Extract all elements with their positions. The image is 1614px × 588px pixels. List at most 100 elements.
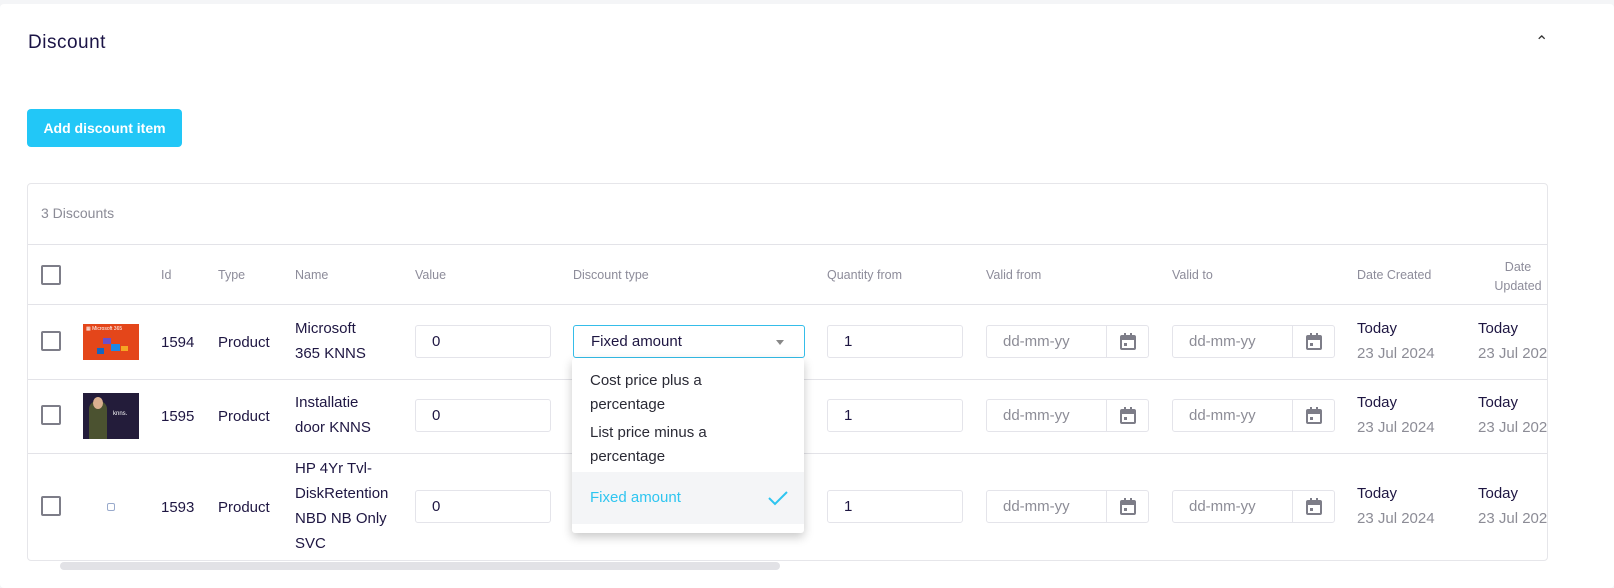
calendar-icon [1305, 407, 1322, 424]
option-label: percentage [590, 396, 666, 413]
row-id: 1593 [161, 495, 194, 520]
row-type: Product [218, 330, 270, 355]
date-placeholder: dd-mm-yy [1003, 407, 1070, 424]
add-discount-item-button[interactable]: Add discount item [27, 109, 182, 147]
updated-relative: Today [1478, 394, 1519, 411]
name-line: Installatie [295, 394, 359, 411]
check-icon [768, 491, 788, 506]
id-text: 1595 [161, 408, 195, 425]
header-valid-from[interactable]: Valid from [986, 268, 1041, 282]
id-text: 1594 [161, 333, 195, 351]
calendar-icon [1305, 332, 1322, 350]
row-id: 1595 [161, 404, 194, 429]
value-input[interactable]: 0 [415, 399, 551, 432]
row-checkbox[interactable] [41, 405, 61, 425]
value-input[interactable]: 0 [415, 490, 551, 523]
header-date-updated-line1: Date [1504, 260, 1532, 274]
calendar-button[interactable] [1292, 491, 1334, 522]
valid-from-date-input[interactable]: dd-mm-yy [986, 324, 1149, 358]
header-date-updated[interactable]: Date Updated [1478, 258, 1547, 296]
date-placeholder: dd-mm-yy [1003, 332, 1070, 350]
created-relative: Today [1357, 394, 1398, 411]
option-cost-price-plus-percentage[interactable]: Cost price plus a percentage [572, 369, 804, 417]
calendar-button[interactable] [1292, 400, 1334, 431]
quantity-text: 1 [844, 407, 853, 424]
value-input[interactable]: 0 [415, 324, 551, 358]
created-date: 23 Jul 2024 [1357, 419, 1435, 436]
date-placeholder: dd-mm-yy [1189, 407, 1256, 424]
header-value[interactable]: Value [415, 268, 446, 282]
header-date-created[interactable]: Date Created [1357, 268, 1431, 282]
date-created: Today 23 Jul 2024 [1357, 316, 1435, 366]
name-line: DiskRetention [295, 485, 389, 502]
option-list-price-minus-percentage[interactable]: List price minus a percentage [572, 421, 804, 469]
quantity-text: 1 [844, 332, 853, 350]
id-text: 1593 [161, 499, 195, 516]
header-discount-type[interactable]: Discount type [573, 268, 649, 282]
date-updated: Today 23 Jul 2024 [1478, 316, 1548, 366]
select-all-checkbox[interactable] [41, 265, 61, 285]
name-line: door KNNS [295, 419, 371, 436]
date-created: Today 23 Jul 2024 [1357, 390, 1435, 440]
discount-type-select[interactable]: Fixed amount [573, 324, 805, 358]
row-type: Product [218, 495, 270, 520]
row-id: 1594 [161, 330, 194, 355]
updated-date: 23 Jul 2024 [1478, 344, 1548, 362]
header-type[interactable]: Type [218, 268, 245, 282]
calendar-button[interactable] [1106, 491, 1148, 522]
created-date: 23 Jul 2024 [1357, 510, 1435, 527]
date-placeholder: dd-mm-yy [1189, 332, 1256, 350]
row-name: Installatie door KNNS [295, 390, 405, 440]
header-name[interactable]: Name [295, 268, 328, 282]
header-quantity-from[interactable]: Quantity from [827, 268, 902, 282]
quantity-text: 1 [844, 498, 853, 515]
option-label: Fixed amount [590, 489, 681, 506]
row-name: Microsoft 365 KNNS [295, 316, 405, 366]
type-text: Product [218, 408, 270, 425]
caret-down-icon [776, 339, 784, 345]
section-title: Discount [28, 32, 106, 53]
calendar-button[interactable] [1106, 325, 1148, 357]
created-relative: Today [1357, 319, 1398, 337]
chevron-up-icon[interactable]: ⌃ [1535, 32, 1548, 52]
selected-discount-type: Fixed amount [591, 332, 682, 350]
calendar-icon [1119, 332, 1136, 350]
valid-to-date-input[interactable]: dd-mm-yy [1172, 399, 1335, 432]
valid-to-date-input[interactable]: dd-mm-yy [1172, 490, 1335, 523]
option-label: Cost price plus a [590, 372, 702, 389]
date-updated: Today 23 Jul 2024 [1478, 481, 1548, 531]
type-text: Product [218, 333, 270, 351]
calendar-icon [1119, 407, 1136, 424]
option-label: percentage [590, 448, 666, 465]
row-name: HP 4Yr Tvl- DiskRetention NBD NB Only SVC [295, 456, 405, 556]
name-line: NBD NB Only [295, 510, 387, 527]
value-text: 0 [432, 498, 441, 515]
calendar-button[interactable] [1292, 325, 1334, 357]
valid-from-date-input[interactable]: dd-mm-yy [986, 490, 1149, 523]
discount-type-dropdown-menu: Cost price plus a percentage List price m… [572, 358, 804, 533]
quantity-from-input[interactable]: 1 [827, 324, 963, 358]
updated-date: 23 Jul 2024 [1478, 510, 1548, 527]
product-thumbnail [83, 489, 139, 525]
calendar-button[interactable] [1106, 400, 1148, 431]
horizontal-scrollbar[interactable] [60, 562, 780, 570]
calendar-icon [1305, 498, 1322, 515]
header-id[interactable]: Id [161, 268, 171, 282]
name-line: Microsoft [295, 319, 356, 337]
updated-date: 23 Jul 2024 [1478, 419, 1548, 436]
valid-to-date-input[interactable]: dd-mm-yy [1172, 324, 1335, 358]
calendar-icon [1119, 498, 1136, 515]
header-valid-to[interactable]: Valid to [1172, 268, 1213, 282]
date-placeholder: dd-mm-yy [1189, 498, 1256, 515]
name-line: SVC [295, 535, 326, 552]
valid-from-date-input[interactable]: dd-mm-yy [986, 399, 1149, 432]
row-checkbox[interactable] [41, 330, 61, 351]
option-fixed-amount[interactable]: Fixed amount [572, 472, 804, 524]
quantity-from-input[interactable]: 1 [827, 490, 963, 523]
quantity-from-input[interactable]: 1 [827, 399, 963, 432]
date-placeholder: dd-mm-yy [1003, 498, 1070, 515]
row-checkbox[interactable] [41, 496, 61, 516]
product-thumbnail: ▦ Microsoft 365 [83, 323, 139, 360]
header-date-updated-line2: Updated [1494, 279, 1542, 293]
type-text: Product [218, 499, 270, 516]
